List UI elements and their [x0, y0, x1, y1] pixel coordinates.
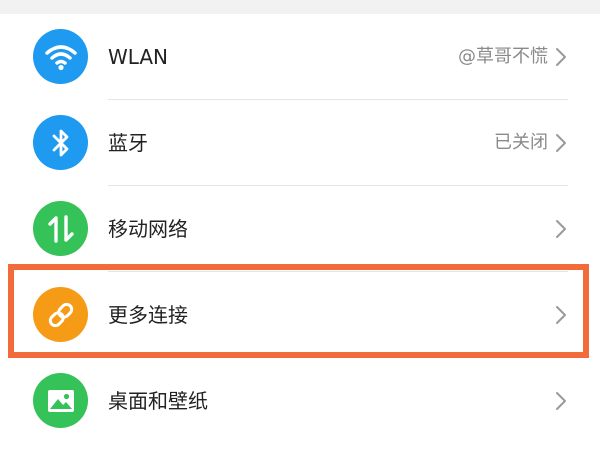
- chevron-right-icon: [556, 306, 566, 324]
- mobile-data-icon: [33, 201, 88, 256]
- bluetooth-status: 已关闭: [494, 132, 548, 153]
- bluetooth-icon: [33, 115, 88, 170]
- link-icon: [33, 287, 88, 342]
- settings-list: WLAN @草哥不慌 蓝牙 已关闭 移动网络 更多连接 桌面和壁纸: [0, 14, 600, 444]
- settings-item-label: 更多连接: [108, 303, 188, 327]
- top-bar: [0, 0, 600, 14]
- settings-item-desktop-wallpaper[interactable]: 桌面和壁纸: [0, 358, 600, 444]
- chevron-right-icon: [556, 392, 566, 410]
- settings-item-label: WLAN: [108, 45, 169, 69]
- wifi-icon: [33, 29, 88, 84]
- settings-item-more-connections[interactable]: 更多连接: [0, 272, 600, 358]
- settings-item-label: 蓝牙: [108, 131, 148, 155]
- image-icon: [33, 373, 88, 428]
- settings-item-mobile-network[interactable]: 移动网络: [0, 186, 600, 272]
- settings-item-label: 移动网络: [108, 217, 188, 241]
- chevron-right-icon: [556, 220, 566, 238]
- settings-item-bluetooth[interactable]: 蓝牙 已关闭: [0, 100, 600, 186]
- settings-item-label: 桌面和壁纸: [108, 389, 208, 413]
- chevron-right-icon: [556, 134, 566, 152]
- chevron-right-icon: [556, 48, 566, 66]
- settings-item-wlan[interactable]: WLAN @草哥不慌: [0, 14, 600, 100]
- wlan-network-name: @草哥不慌: [458, 46, 548, 67]
